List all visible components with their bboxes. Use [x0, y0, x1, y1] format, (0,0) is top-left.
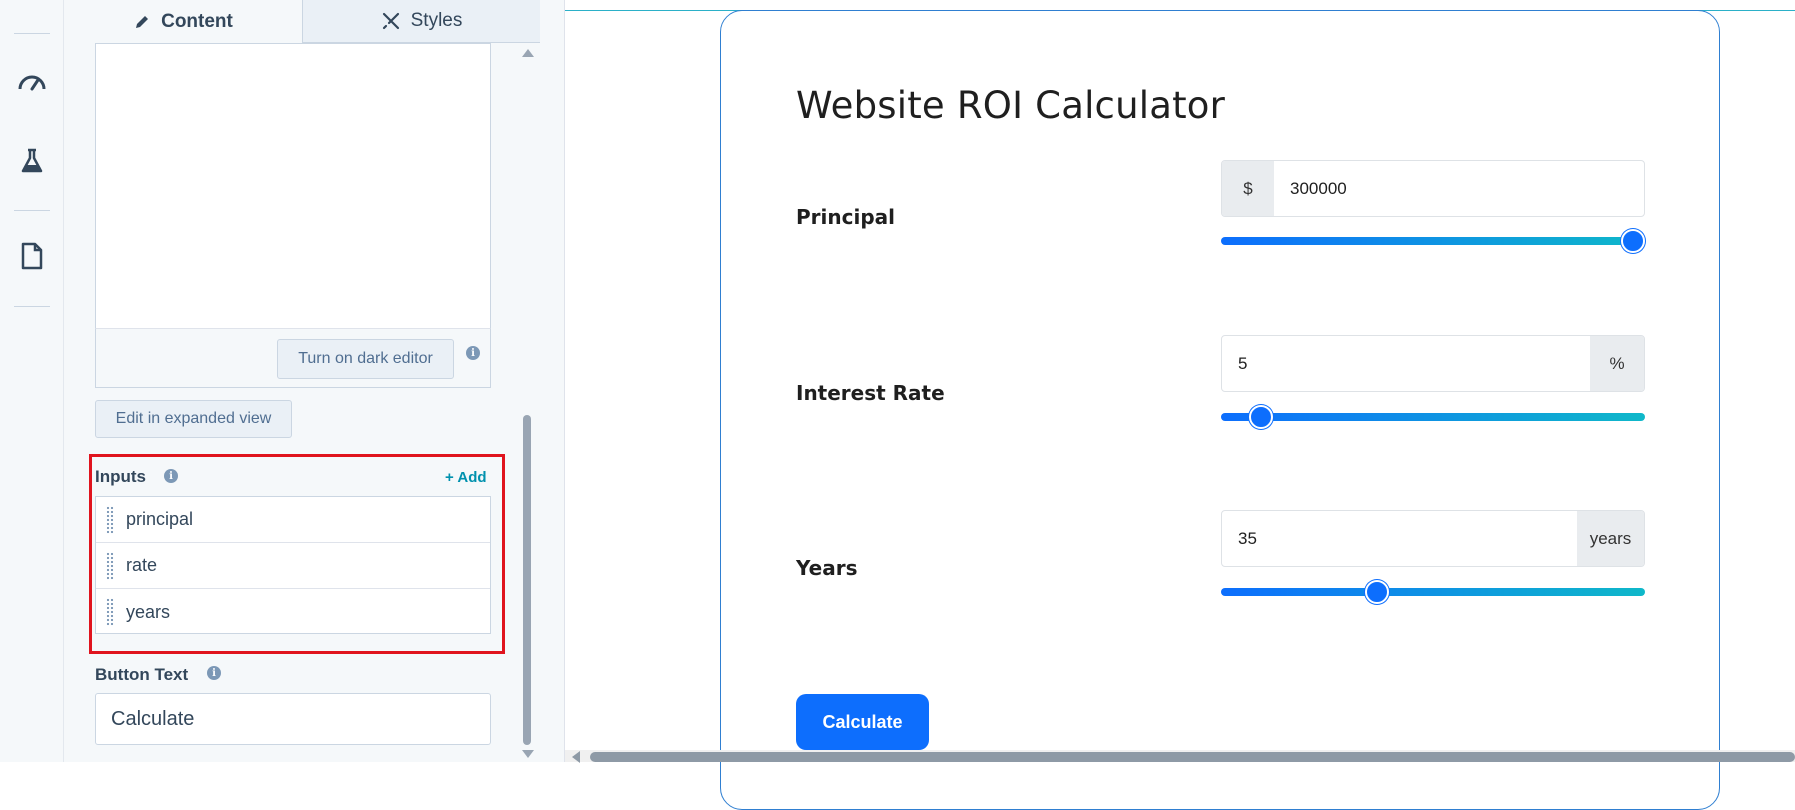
expanded-view-button-label: Edit in expanded view — [115, 410, 272, 427]
rail-divider — [14, 33, 50, 34]
interest-rate-input-group: 5 % — [1221, 335, 1645, 392]
info-icon[interactable]: i — [207, 666, 221, 680]
years-addon: years — [1577, 511, 1644, 566]
tab-content[interactable]: Content — [64, 0, 302, 43]
interest-rate-slider-thumb[interactable] — [1249, 405, 1273, 429]
scroll-up-icon[interactable] — [522, 49, 534, 57]
list-item[interactable]: rate — [96, 543, 490, 589]
principal-slider[interactable] — [1221, 237, 1645, 245]
years-input[interactable]: 35 — [1222, 511, 1577, 566]
interest-rate-input[interactable]: 5 — [1222, 336, 1590, 391]
scroll-down-icon[interactable] — [522, 750, 534, 758]
brush-icon — [382, 12, 399, 30]
drag-handle-icon[interactable] — [106, 598, 114, 626]
preview-horizontal-scrollbar-thumb[interactable] — [590, 752, 1795, 762]
list-item[interactable]: principal — [96, 497, 490, 543]
years-input-group: 35 years — [1221, 510, 1645, 567]
flask-icon[interactable] — [16, 145, 48, 177]
drag-handle-icon[interactable] — [106, 551, 114, 580]
currency-addon: $ — [1222, 161, 1274, 216]
button-text-input[interactable]: Calculate — [95, 693, 491, 745]
speedometer-icon[interactable] — [16, 65, 48, 97]
add-input-link[interactable]: + Add — [445, 469, 487, 486]
years-label: Years — [796, 556, 858, 580]
info-icon[interactable]: i — [164, 469, 178, 483]
principal-input[interactable]: 300000 — [1274, 161, 1644, 216]
input-item-label: years — [126, 601, 171, 622]
inputs-label: Inputs — [95, 467, 146, 486]
interest-rate-slider[interactable] — [1221, 413, 1645, 421]
input-item-label: rate — [126, 555, 158, 575]
percent-addon: % — [1590, 336, 1644, 391]
years-slider[interactable] — [1221, 588, 1645, 596]
calculator-title: Website ROI Calculator — [796, 84, 1226, 127]
interest-rate-label: Interest Rate — [796, 381, 945, 405]
code-editor-footer: Turn on dark editor i — [95, 328, 491, 388]
dark-editor-button-label: Turn on dark editor — [298, 350, 433, 367]
tab-styles[interactable]: Styles — [302, 0, 540, 43]
years-slider-thumb[interactable] — [1365, 580, 1389, 604]
principal-label: Principal — [796, 205, 895, 229]
scroll-left-icon[interactable] — [572, 751, 580, 763]
button-text-label: Button Text — [95, 665, 189, 684]
calculate-button[interactable]: Calculate — [796, 694, 929, 750]
list-item[interactable]: years — [96, 589, 490, 635]
panel-divider[interactable] — [540, 0, 565, 762]
editor-panel: Content Styles Turn on dark editor i Edi… — [64, 0, 540, 762]
calculator-card — [720, 10, 1720, 810]
input-item-label: principal — [126, 509, 194, 529]
left-rail — [0, 0, 64, 762]
panel-scrollbar-thumb[interactable] — [523, 415, 531, 745]
principal-input-group: $ 300000 — [1221, 160, 1645, 217]
tab-content-label: Content — [161, 10, 233, 32]
expanded-view-button[interactable]: Edit in expanded view — [95, 400, 292, 438]
document-icon[interactable] — [16, 240, 48, 272]
rail-divider — [14, 306, 50, 307]
rail-divider — [14, 210, 50, 211]
dark-editor-button[interactable]: Turn on dark editor — [277, 339, 454, 379]
pencil-icon — [136, 15, 149, 28]
drag-handle-icon[interactable] — [106, 505, 114, 534]
principal-slider-thumb[interactable] — [1621, 229, 1645, 253]
info-icon[interactable]: i — [466, 346, 480, 360]
tab-styles-label: Styles — [410, 10, 463, 31]
inputs-list: principal rate years — [95, 496, 491, 634]
